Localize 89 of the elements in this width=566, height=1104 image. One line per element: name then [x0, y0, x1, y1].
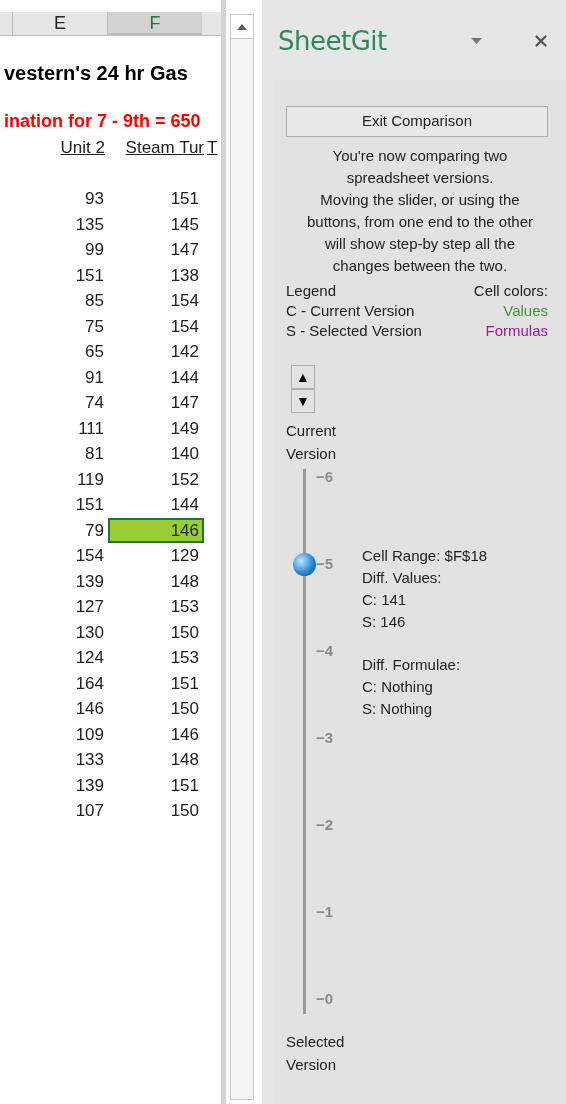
- table-cell[interactable]: 150: [108, 798, 204, 824]
- tick-label: −5: [316, 556, 334, 572]
- table-cell[interactable]: 151: [108, 772, 204, 798]
- diff-value: C: 141: [362, 590, 408, 610]
- scroll-up-icon[interactable]: [237, 23, 247, 30]
- column-heading: Unit 2: [60, 137, 105, 160]
- table-cell-text: 151: [74, 264, 105, 287]
- table-cell[interactable]: 154: [108, 288, 204, 314]
- table-cell-text: 135: [74, 213, 105, 236]
- table-cell-text: 107: [74, 800, 105, 822]
- table-cell[interactable]: 138: [108, 262, 204, 288]
- table-cell-text: 75: [84, 315, 105, 338]
- table-cell-text: 127: [74, 596, 105, 618]
- dropdown-icon[interactable]: [471, 38, 482, 44]
- sheet-note: ination for 7 - 9th = 650: [4, 111, 201, 131]
- pane-title: SheetGit: [278, 24, 387, 58]
- table-cell-text: 93: [84, 188, 105, 210]
- cell-range-text: Cell Range: $F$18: [362, 546, 488, 566]
- tick-label: −3: [316, 730, 334, 746]
- table-cell[interactable]: 144: [108, 364, 204, 390]
- table-cell-text: 85: [84, 290, 105, 312]
- tick-label: −6: [316, 469, 334, 485]
- table-cell[interactable]: 140: [108, 441, 204, 467]
- step-up-button[interactable]: ▲: [291, 365, 315, 389]
- step-down-button[interactable]: ▼: [291, 389, 315, 413]
- table-cell-text: 133: [74, 749, 105, 771]
- table-cell[interactable]: 148: [108, 568, 204, 594]
- legend-item: C - Current Version: [286, 301, 416, 321]
- table-cell[interactable]: 151: [108, 670, 204, 696]
- current-version-label: Current Version: [286, 421, 338, 464]
- tick-label: −1: [316, 904, 334, 920]
- table-cell-text: 130: [74, 621, 105, 644]
- tick-label: −0: [316, 991, 334, 1007]
- tick-label: −4: [316, 643, 334, 659]
- scrollbar[interactable]: [230, 14, 254, 1100]
- table-cell[interactable]: 147: [108, 390, 204, 416]
- table-cell[interactable]: 145: [108, 211, 204, 237]
- diff-value: S: 146: [362, 612, 407, 632]
- table-cell[interactable]: 129: [108, 543, 204, 569]
- table-cell-text: 79: [84, 519, 105, 542]
- column-heading: Steam Tur: [125, 137, 204, 160]
- tick-label: −2: [316, 817, 334, 833]
- table-cell-text: 109: [74, 723, 105, 746]
- table-cell-text: 99: [84, 239, 105, 261]
- table-cell-text: 151: [74, 494, 105, 516]
- slider-thumb[interactable]: [293, 553, 316, 577]
- column-heading: T: [207, 138, 218, 158]
- table-cell[interactable]: 150: [108, 619, 204, 645]
- diff-formula: C: Nothing: [362, 677, 434, 697]
- cell-colors-title: Cell colors:: [473, 281, 548, 301]
- sheet-title: vestern's 24 hr Gas: [4, 62, 188, 84]
- table-cell-text: 119: [75, 468, 105, 491]
- table-cell[interactable]: 149: [108, 415, 204, 441]
- cell-color-label: Formulas: [485, 321, 548, 341]
- table-cell-text: 74: [84, 392, 105, 414]
- selected-version-label: Selected Version: [286, 1032, 346, 1075]
- table-cell-text: 81: [84, 443, 105, 465]
- table-cell[interactable]: 150: [108, 696, 204, 722]
- close-icon[interactable]: [532, 32, 550, 50]
- table-cell[interactable]: 146: [108, 517, 204, 543]
- description-text: You're now comparing two spreadsheet versions.: [331, 146, 509, 188]
- table-cell-text: 139: [74, 570, 105, 593]
- column-header[interactable]: F: [107, 12, 202, 35]
- description-text: Moving the slider, or using the buttons, from one end to the other will show step-by step all the changes between the two.: [306, 190, 534, 276]
- table-cell[interactable]: 146: [108, 721, 204, 747]
- diff-formulae-title: Diff. Formulae:: [362, 655, 462, 675]
- table-cell-text: 91: [84, 366, 105, 389]
- table-cell[interactable]: 142: [108, 339, 204, 365]
- table-cell[interactable]: 152: [108, 466, 204, 492]
- table-cell[interactable]: 151: [108, 186, 204, 212]
- table-cell[interactable]: 153: [108, 594, 204, 620]
- table-cell[interactable]: 148: [108, 747, 204, 773]
- table-cell[interactable]: 147: [108, 237, 204, 263]
- legend-title: Legend: [286, 281, 338, 301]
- exit-comparison-button[interactable]: Exit Comparison: [286, 106, 548, 137]
- cell-color-label: Values: [503, 301, 548, 321]
- table-cell-text: 154: [74, 545, 105, 567]
- table-cell-text: 111: [77, 417, 105, 440]
- table-cell-text: 65: [84, 341, 105, 363]
- table-cell-text: 164: [74, 672, 105, 695]
- diff-formula: S: Nothing: [362, 699, 434, 719]
- legend-item: S - Selected Version: [286, 321, 422, 341]
- table-cell-text: 124: [74, 647, 105, 669]
- diff-values-title: Diff. Values:: [362, 568, 443, 588]
- table-cell[interactable]: 144: [108, 492, 204, 518]
- table-cell-text: 146: [74, 698, 105, 720]
- table-cell[interactable]: 154: [108, 313, 204, 339]
- table-cell[interactable]: 153: [108, 645, 204, 671]
- table-cell-text: 139: [74, 774, 105, 797]
